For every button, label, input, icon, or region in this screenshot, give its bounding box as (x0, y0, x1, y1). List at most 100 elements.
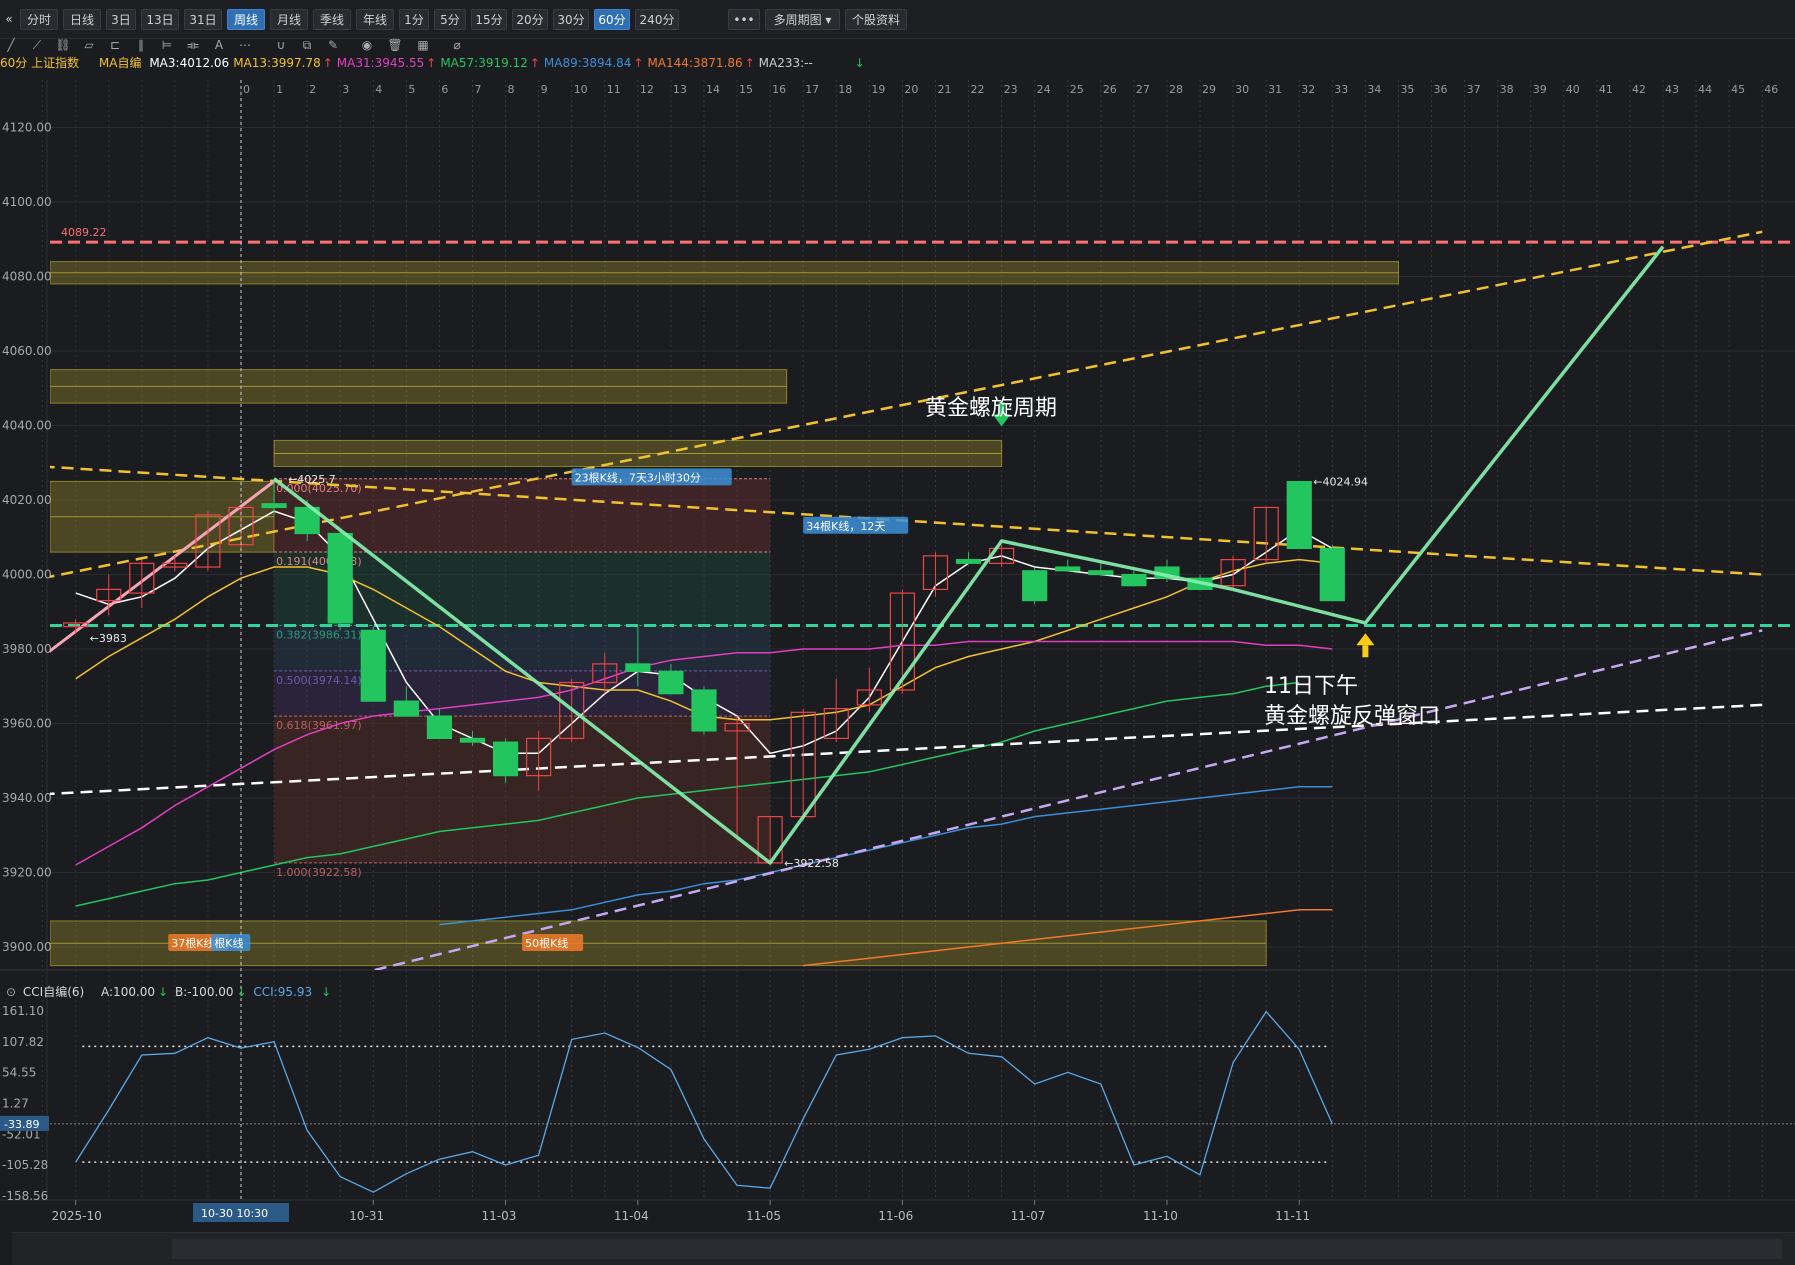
candle (63, 619, 89, 635)
period-button[interactable]: 30分 (553, 9, 589, 30)
segment-icon[interactable]: ⟋ (28, 36, 46, 54)
fib-level-label: 1.000(3922.58) (276, 866, 362, 879)
period-button[interactable]: 3日 (106, 9, 136, 30)
bar-count-label: 44 (1698, 83, 1712, 96)
ma-legend-item: MA89:3894.84 (543, 56, 632, 70)
gann-icon[interactable]: ⟚ (184, 36, 202, 54)
bar-count-label: 36 (1434, 83, 1448, 96)
cci-a-arrow-icon: ↓ (158, 985, 169, 999)
bar-count-label: 3 (342, 83, 349, 96)
ma-label[interactable]: MA自编 (99, 56, 142, 70)
y-tick-label: 4040.00 (2, 419, 52, 433)
bar-count-label: 16 (772, 83, 786, 96)
cci-y-tick-label: -158.56 (2, 1189, 48, 1203)
bar-count-tag-text: 34根K线，12天 (806, 519, 885, 533)
bar-count-label: 46 (1764, 83, 1778, 96)
candle (96, 574, 122, 616)
ma-down-arrow-icon: ↓ (854, 56, 865, 70)
candle (1253, 506, 1279, 564)
channel-icon[interactable]: ⊏ (106, 36, 124, 54)
period-button[interactable]: 分时 (20, 9, 58, 30)
period-button[interactable]: 15分 (471, 9, 507, 30)
shape-icon[interactable]: ▱ (80, 36, 98, 54)
period-button[interactable]: 13日 (141, 9, 179, 30)
bar-count-label: 31 (1268, 83, 1282, 96)
cci-toggle-icon[interactable]: ⊙ (6, 985, 16, 999)
bar-count-tag-text: 根K线 (214, 936, 243, 950)
period-button[interactable]: 20分 (512, 9, 548, 30)
fib-icon[interactable]: ⊨ (158, 36, 176, 54)
chart-canvas[interactable]: 0 1 2 3 4 5 6 7 8 9 10 11 12 13 14 15 16 17 18 19 20 21 22 23 24… (0, 0, 1795, 1264)
fib-band (274, 716, 771, 863)
y-tick-label: 4080.00 (2, 270, 52, 284)
y-tick-label: 3920.00 (2, 866, 52, 880)
cci-label[interactable]: CCI自编(6) (23, 985, 84, 999)
bar-count-label: 11 (607, 83, 621, 96)
date-label: 11-04 (614, 1209, 649, 1223)
bar-count-label: 38 (1500, 83, 1514, 96)
period-button[interactable]: 周线 (227, 9, 265, 30)
period-button[interactable]: 31日 (184, 9, 222, 30)
double-chevron-left-icon[interactable]: « (2, 9, 16, 30)
period-button[interactable]: 5分 (434, 9, 466, 30)
link-icon[interactable]: ⛓ (54, 36, 72, 54)
bar-count-label: 35 (1400, 83, 1414, 96)
bar-count-label: 12 (640, 83, 654, 96)
cci-arrow-icon: ↓ (321, 985, 332, 999)
period-button[interactable]: 年线 (356, 9, 394, 30)
parallel-icon[interactable]: ∥ (132, 36, 150, 54)
bar-count-tag-text: 37根K线 (171, 936, 214, 950)
y-tick-label: 4000.00 (2, 568, 52, 582)
period-button[interactable]: 日线 (63, 9, 101, 30)
rebound-window-annotation-line2: 黄金螺旋反弹窗口 (1264, 704, 1441, 729)
more-periods-button[interactable]: ••• (728, 9, 760, 30)
y-tick-label: 4020.00 (2, 493, 52, 507)
date-label: 11-06 (878, 1209, 913, 1223)
date-label: 11-07 (1011, 1209, 1046, 1223)
multi-period-label: 多周期图 (773, 13, 822, 27)
rebound-window-annotation-line1: 11日下午 (1264, 674, 1358, 699)
candle-body (955, 558, 982, 564)
arrow-shaft (1362, 645, 1369, 658)
more-icon[interactable]: ⋯ (236, 36, 254, 54)
bar-count-label: 14 (706, 83, 720, 96)
ruler-icon[interactable]: ⌀ (448, 36, 466, 54)
magnet-icon[interactable]: ∪ (272, 36, 290, 54)
date-label: 2025-10 (52, 1209, 102, 1223)
eye-icon[interactable]: ◉ (358, 36, 376, 54)
stock-info-button[interactable]: 个股资料 (845, 9, 907, 30)
bar-count-label: 7 (474, 83, 481, 96)
ma-legend: 60分 上证指数 MA自编 MA3:4012.06 MA13:3997.78 ↑ MA… (0, 54, 869, 72)
up-arrow-icon (1356, 633, 1375, 658)
period-button[interactable]: 1分 (399, 9, 429, 30)
candle (1319, 544, 1345, 602)
y-tick-label: 3980.00 (2, 642, 52, 656)
bar-count-label: 45 (1731, 83, 1745, 96)
time-scrollbar[interactable] (12, 1232, 1795, 1265)
cci-y-tick-label: 161.10 (2, 1004, 44, 1018)
chevron-down-icon: ▾ (825, 13, 832, 27)
candle (989, 544, 1015, 568)
arrow-head (1356, 633, 1375, 646)
candle (162, 555, 188, 571)
copy-icon[interactable]: ⧉ (298, 36, 316, 54)
period-button[interactable]: 240分 (635, 9, 679, 30)
bar-count-label: 1 (276, 83, 283, 96)
y-tick-label: 3940.00 (2, 791, 52, 805)
trash-icon[interactable]: 🗑 (386, 36, 404, 54)
multi-period-button[interactable]: 多周期图 ▾ (765, 9, 840, 30)
layers-icon[interactable]: ▦ (414, 36, 432, 54)
line-icon[interactable]: ╱ (2, 36, 20, 54)
text-icon[interactable]: A (210, 36, 228, 54)
bar-count-label: 40 (1566, 83, 1580, 96)
fib-level-label: 0.382(3986.31) (276, 628, 362, 641)
cci-a-value: A:100.00 (101, 985, 156, 999)
price-extreme-label: ←3922.58 (784, 857, 839, 870)
scrollbar-thumb[interactable] (172, 1239, 1782, 1259)
period-button[interactable]: 季线 (313, 9, 351, 30)
fib-level-label: 0.500(3974.14) (276, 674, 362, 687)
y-tick-label: 4120.00 (2, 121, 52, 135)
pen-icon[interactable]: ✎ (324, 36, 342, 54)
period-button[interactable]: 60分 (594, 9, 630, 30)
period-button[interactable]: 月线 (270, 9, 308, 30)
